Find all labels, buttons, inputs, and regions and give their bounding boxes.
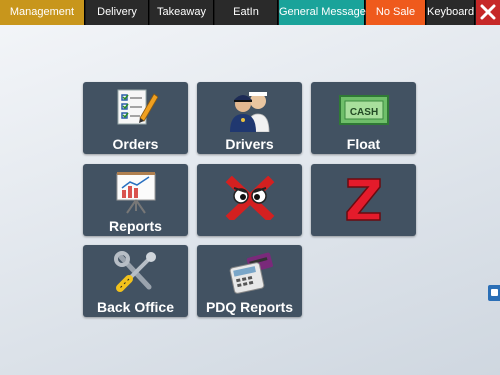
tab-eatin[interactable]: EatIn [215, 0, 278, 25]
z-report-icon [345, 178, 381, 221]
pdq-reports-button[interactable]: PDQ Reports [197, 245, 302, 317]
tab-delivery[interactable]: Delivery [86, 0, 149, 25]
drivers-label: Drivers [225, 136, 274, 152]
tab-management[interactable]: Management [0, 0, 85, 25]
keyboard-button[interactable]: Keyboard [427, 0, 475, 25]
tab-takeaway[interactable]: Takeaway [150, 0, 214, 25]
close-icon [480, 4, 496, 20]
float-label: Float [346, 136, 381, 152]
pdq-reports-label: PDQ Reports [205, 299, 294, 315]
orders-label: Orders [112, 136, 159, 152]
tools-icon [113, 251, 156, 292]
side-app-icon[interactable] [488, 285, 500, 301]
z-report-button[interactable] [311, 164, 416, 236]
back-office-button[interactable]: Back Office [83, 245, 188, 317]
reports-chart-icon [116, 172, 155, 214]
float-cash-text: CASH [349, 107, 377, 118]
float-button[interactable]: CASH Float [311, 82, 416, 154]
close-button[interactable] [476, 0, 500, 25]
tab-general-messages[interactable]: General Messages [279, 0, 371, 25]
no-sale-button[interactable]: No Sale [366, 0, 426, 25]
x-report-button[interactable] [197, 164, 302, 236]
reports-label: Reports [109, 218, 162, 234]
drivers-button[interactable]: Drivers [197, 82, 302, 154]
x-report-icon [225, 176, 274, 220]
card-terminal-icon [229, 252, 273, 294]
orders-button[interactable]: Orders [83, 82, 188, 154]
orders-checklist-icon [117, 89, 158, 125]
back-office-label: Back Office [96, 299, 175, 315]
drivers-people-icon [229, 92, 269, 132]
reports-button[interactable]: Reports [83, 164, 188, 236]
top-navigation-bar: Management Delivery Takeaway EatIn Gener… [0, 0, 500, 25]
cash-note-icon: CASH [338, 95, 389, 125]
